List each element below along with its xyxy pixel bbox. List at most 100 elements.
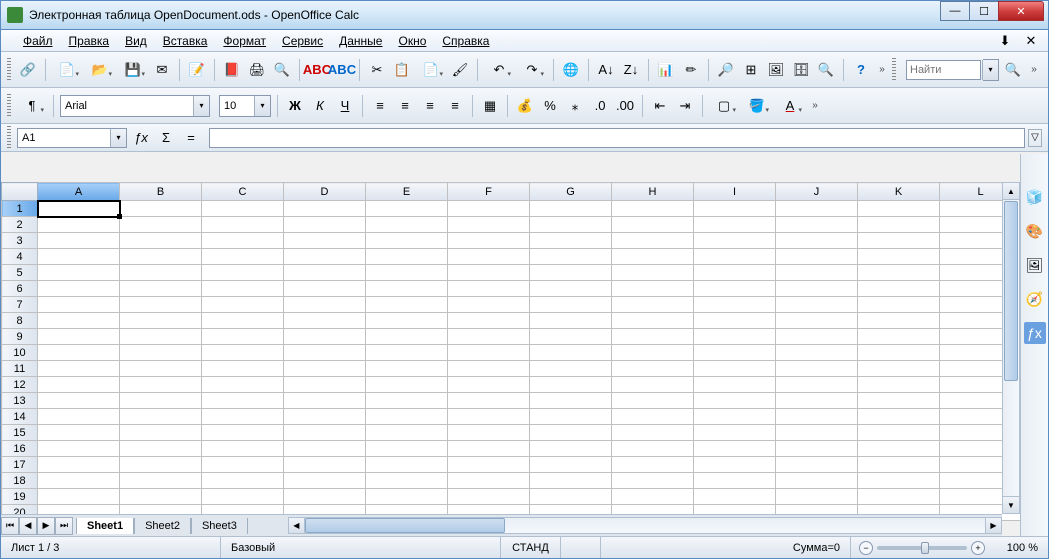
row-header-17[interactable]: 17 — [2, 457, 38, 473]
cell-J19[interactable] — [776, 489, 858, 505]
formula-grip[interactable] — [7, 126, 11, 150]
cell-G3[interactable] — [530, 233, 612, 249]
decrease-indent-icon[interactable]: ⇤ — [649, 95, 671, 117]
cell-F10[interactable] — [448, 345, 530, 361]
cell-B1[interactable] — [120, 201, 202, 217]
cell-J16[interactable] — [776, 441, 858, 457]
cell-H7[interactable] — [612, 297, 694, 313]
toolbar-overflow-icon[interactable]: » — [875, 55, 889, 85]
cell-F18[interactable] — [448, 473, 530, 489]
cell-K5[interactable] — [858, 265, 940, 281]
cell-F16[interactable] — [448, 441, 530, 457]
cell-E4[interactable] — [366, 249, 448, 265]
cell-D16[interactable] — [284, 441, 366, 457]
cell-C9[interactable] — [202, 329, 284, 345]
cell-I7[interactable] — [694, 297, 776, 313]
select-all-corner[interactable] — [2, 183, 38, 201]
scroll-right-icon[interactable]: ▶ — [985, 517, 1002, 534]
cell-B14[interactable] — [120, 409, 202, 425]
cell-K1[interactable] — [858, 201, 940, 217]
help-icon[interactable]: ? — [850, 59, 872, 81]
menu-format[interactable]: Формат — [215, 32, 274, 50]
sum-icon[interactable]: Σ — [155, 127, 177, 149]
cell-C12[interactable] — [202, 377, 284, 393]
cell-G5[interactable] — [530, 265, 612, 281]
navigator-panel-icon[interactable]: 🧭 — [1024, 288, 1046, 310]
cell-I13[interactable] — [694, 393, 776, 409]
cell-D15[interactable] — [284, 425, 366, 441]
cell-G11[interactable] — [530, 361, 612, 377]
menu-help[interactable]: Справка — [434, 32, 497, 50]
cell-K6[interactable] — [858, 281, 940, 297]
paste-icon[interactable]: 📄 — [416, 59, 446, 81]
cell-G19[interactable] — [530, 489, 612, 505]
cell-B5[interactable] — [120, 265, 202, 281]
cell-K3[interactable] — [858, 233, 940, 249]
cell-H16[interactable] — [612, 441, 694, 457]
cell-D6[interactable] — [284, 281, 366, 297]
cell-D8[interactable] — [284, 313, 366, 329]
cell-C8[interactable] — [202, 313, 284, 329]
cell-I4[interactable] — [694, 249, 776, 265]
cell-G17[interactable] — [530, 457, 612, 473]
cell-D9[interactable] — [284, 329, 366, 345]
cell-B3[interactable] — [120, 233, 202, 249]
cell-B11[interactable] — [120, 361, 202, 377]
cell-B4[interactable] — [120, 249, 202, 265]
cell-K14[interactable] — [858, 409, 940, 425]
scroll-left-icon[interactable]: ◀ — [288, 517, 305, 534]
cell-C1[interactable] — [202, 201, 284, 217]
find-input[interactable] — [906, 60, 981, 80]
show-draw-icon[interactable]: ✏ — [680, 59, 702, 81]
menu-insert[interactable]: Вставка — [155, 32, 216, 50]
hscroll-track[interactable] — [305, 517, 985, 534]
row-header-16[interactable]: 16 — [2, 441, 38, 457]
fmt-overflow-icon[interactable]: » — [808, 91, 822, 121]
cell-K16[interactable] — [858, 441, 940, 457]
sort-asc-icon[interactable]: A↓ — [595, 59, 617, 81]
cell-D11[interactable] — [284, 361, 366, 377]
zoom-slider-knob[interactable] — [921, 542, 929, 554]
find-next-icon[interactable]: 🔍 — [1002, 59, 1024, 81]
cell-E15[interactable] — [366, 425, 448, 441]
cell-K13[interactable] — [858, 393, 940, 409]
cell-C6[interactable] — [202, 281, 284, 297]
cell-G18[interactable] — [530, 473, 612, 489]
cell-B8[interactable] — [120, 313, 202, 329]
row-header-14[interactable]: 14 — [2, 409, 38, 425]
menu-data[interactable]: Данные — [331, 32, 390, 50]
edit-doc-icon[interactable]: 📝 — [186, 59, 208, 81]
cell-I1[interactable] — [694, 201, 776, 217]
cell-F1[interactable] — [448, 201, 530, 217]
cell-I15[interactable] — [694, 425, 776, 441]
sheet-last-icon[interactable]: ⏭ — [55, 517, 73, 535]
menu-tools[interactable]: Сервис — [274, 32, 331, 50]
cell-J13[interactable] — [776, 393, 858, 409]
column-header-F[interactable]: F — [448, 183, 530, 201]
cell-A17[interactable] — [38, 457, 120, 473]
bold-icon[interactable]: Ж — [284, 95, 306, 117]
equals-icon[interactable]: = — [180, 127, 202, 149]
find-overflow-icon[interactable]: » — [1027, 55, 1041, 85]
cell-I18[interactable] — [694, 473, 776, 489]
cell-H11[interactable] — [612, 361, 694, 377]
print-icon[interactable]: 🖨 — [246, 59, 268, 81]
cell-J15[interactable] — [776, 425, 858, 441]
cell-F11[interactable] — [448, 361, 530, 377]
cell-D12[interactable] — [284, 377, 366, 393]
cell-H10[interactable] — [612, 345, 694, 361]
cell-I2[interactable] — [694, 217, 776, 233]
row-header-5[interactable]: 5 — [2, 265, 38, 281]
cell-K8[interactable] — [858, 313, 940, 329]
cell-E8[interactable] — [366, 313, 448, 329]
row-header-19[interactable]: 19 — [2, 489, 38, 505]
cell-D4[interactable] — [284, 249, 366, 265]
column-header-B[interactable]: B — [120, 183, 202, 201]
vscroll-thumb[interactable] — [1004, 201, 1018, 381]
cell-C5[interactable] — [202, 265, 284, 281]
row-header-4[interactable]: 4 — [2, 249, 38, 265]
cell-H17[interactable] — [612, 457, 694, 473]
cell-I5[interactable] — [694, 265, 776, 281]
cell-D1[interactable] — [284, 201, 366, 217]
align-center-icon[interactable]: ≡ — [394, 95, 416, 117]
